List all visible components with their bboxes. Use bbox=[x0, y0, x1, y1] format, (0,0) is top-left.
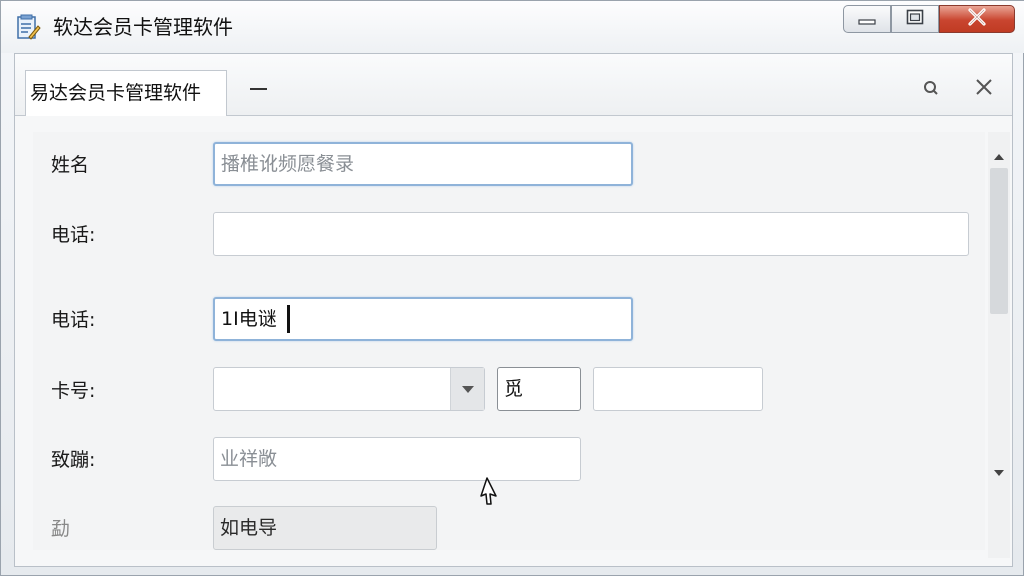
tab-strip: 易达会员卡管理软件 bbox=[15, 54, 1012, 116]
notepad-icon bbox=[15, 14, 41, 40]
tab-main[interactable]: 易达会员卡管理软件 bbox=[25, 70, 227, 116]
phone-label-2: 电话: bbox=[51, 309, 96, 331]
scrollbar-thumb[interactable] bbox=[990, 168, 1008, 314]
name-placeholder: 播椎讹频愿餐录 bbox=[221, 153, 355, 175]
chevron-down-icon[interactable] bbox=[450, 368, 484, 410]
close-tab-icon[interactable] bbox=[973, 76, 995, 98]
close-icon bbox=[967, 8, 987, 30]
phone-input-2-value: 1I电谜 bbox=[221, 308, 277, 330]
bottom-value: 如电导 bbox=[220, 517, 278, 539]
card-small-value: 觅 bbox=[504, 378, 524, 400]
notes-label: 致蹦: bbox=[51, 449, 96, 471]
bottom-label: 勐 bbox=[51, 518, 71, 540]
card-select[interactable] bbox=[213, 367, 485, 411]
member-form: 姓名 播椎讹频愿餐录 电话: 电话: 1I电谜 卡号: 觅 致蹦: 业祥敞 勐 … bbox=[33, 132, 985, 550]
phone-input-2[interactable]: 1I电谜 bbox=[213, 297, 633, 341]
card-label: 卡号: bbox=[51, 380, 96, 402]
maximize-icon bbox=[906, 9, 924, 29]
main-panel: 易达会员卡管理软件 姓名 播椎讹频愿餐录 电话: 电话: 1I电谜 卡号: 觅 … bbox=[14, 53, 1013, 567]
name-input[interactable]: 播椎讹频愿餐录 bbox=[213, 142, 633, 186]
title-bar: 软达会员卡管理软件 bbox=[1, 1, 1024, 53]
app-window: 软达会员卡管理软件 易达会员卡管理软件 姓名 播椎讹频愿餐录 电话: 电话: 1… bbox=[0, 0, 1024, 576]
vertical-scrollbar[interactable] bbox=[988, 132, 1010, 558]
notes-placeholder: 业祥敞 bbox=[220, 448, 278, 470]
maximize-button[interactable] bbox=[891, 5, 939, 33]
mouse-pointer-icon bbox=[479, 476, 501, 510]
name-label: 姓名 bbox=[51, 154, 90, 176]
notes-input[interactable]: 业祥敞 bbox=[213, 437, 581, 481]
phone-input-1[interactable] bbox=[213, 212, 969, 256]
window-title: 软达会员卡管理软件 bbox=[53, 15, 233, 39]
minus-icon[interactable] bbox=[247, 74, 271, 104]
phone-label-1: 电话: bbox=[51, 224, 96, 246]
close-button[interactable] bbox=[939, 5, 1015, 33]
text-caret bbox=[286, 305, 290, 333]
scroll-down-icon[interactable] bbox=[993, 462, 1005, 481]
minimize-button[interactable] bbox=[843, 5, 891, 33]
minimize-icon bbox=[858, 10, 876, 29]
bottom-field: 如电导 bbox=[213, 506, 437, 550]
search-icon[interactable] bbox=[921, 78, 941, 98]
scroll-up-icon[interactable] bbox=[993, 146, 1005, 165]
card-extra-field[interactable] bbox=[593, 367, 763, 411]
card-small-field[interactable]: 觅 bbox=[497, 367, 581, 411]
